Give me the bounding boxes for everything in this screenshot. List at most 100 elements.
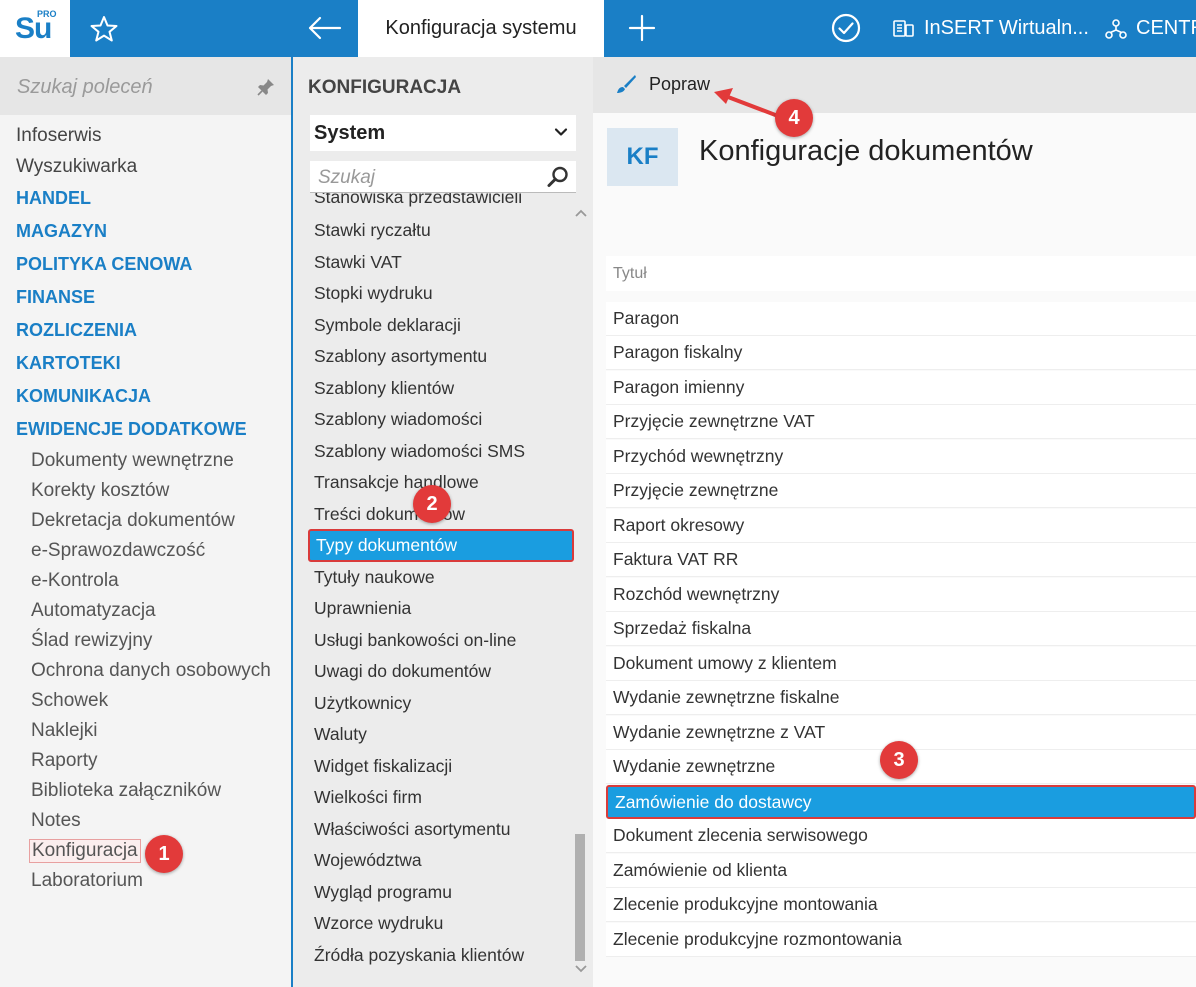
nav-item-infoserwis[interactable]: Infoserwis xyxy=(16,125,102,147)
nav-sub-biblioteka-zalacznikow[interactable]: Biblioteka załączników xyxy=(31,780,221,802)
virtual-office-label: InSERT Wirtualn... xyxy=(924,17,1089,39)
config-item[interactable]: Stopki wydruku xyxy=(314,283,433,304)
config-item[interactable]: Stawki ryczałtu xyxy=(314,220,431,241)
table-row-zamowienie-do-dostawcy[interactable]: Zamówienie do dostawcy xyxy=(606,785,1196,819)
config-item[interactable]: Usługi bankowości on-line xyxy=(314,630,516,651)
back-arrow-icon[interactable] xyxy=(300,8,350,48)
table-row[interactable]: Zlecenie produkcyjne rozmontowania xyxy=(606,923,1196,957)
popraw-button[interactable]: Popraw xyxy=(615,73,710,95)
config-item[interactable]: Użytkownicy xyxy=(314,693,411,714)
nav-item-wyszukiwarka[interactable]: Wyszukiwarka xyxy=(16,156,137,178)
tasks-check-icon[interactable] xyxy=(828,10,864,46)
config-item[interactable]: Wygląd programu xyxy=(314,882,452,903)
config-item-typy-dokumentow[interactable]: Typy dokumentów xyxy=(308,529,574,562)
tab-konfiguracja-systemu[interactable]: Konfiguracja systemu xyxy=(358,0,604,57)
nav-sub-e-sprawozdawczosc[interactable]: e-Sprawozdawczość xyxy=(31,540,205,562)
nav-sub-ochrona-danych[interactable]: Ochrona danych osobowych xyxy=(31,660,271,682)
config-search-input[interactable]: Szukaj xyxy=(310,161,576,193)
nav-category-finanse[interactable]: FINANSE xyxy=(16,287,95,308)
nav-sub-konfiguracja[interactable]: Konfiguracja xyxy=(29,839,141,863)
table-row[interactable]: Paragon imienny xyxy=(606,371,1196,405)
favorites-star-icon[interactable] xyxy=(84,9,124,49)
table-row[interactable]: Wydanie zewnętrzne fiskalne xyxy=(606,681,1196,715)
nav-category-polityka-cenowa[interactable]: POLITYKA CENOWA xyxy=(16,254,192,275)
brush-icon xyxy=(617,75,636,93)
nav-category-rozliczenia[interactable]: ROZLICZENIA xyxy=(16,320,137,341)
config-item[interactable]: Szablony wiadomości SMS xyxy=(314,441,525,462)
table-row[interactable]: Sprzedaż fiskalna xyxy=(606,612,1196,646)
config-item[interactable]: Symbole deklaracji xyxy=(314,315,461,336)
table-row[interactable]: Zamówienie od klienta xyxy=(606,854,1196,888)
table-row[interactable]: Zlecenie produkcyjne montowania xyxy=(606,888,1196,922)
chevron-down-icon xyxy=(554,128,568,136)
nav-sub-korekty-kosztow[interactable]: Korekty kosztów xyxy=(31,480,169,502)
config-scope-value: System xyxy=(314,121,386,144)
config-item[interactable]: Właściwości asortymentu xyxy=(314,819,510,840)
table-row[interactable]: Dokument umowy z klientem xyxy=(606,647,1196,681)
nav-category-ewidencje-dodatkowe[interactable]: EWIDENCJE DODATKOWE xyxy=(16,419,247,440)
config-item[interactable]: Województwa xyxy=(314,850,422,871)
annotation-badge-2: 2 xyxy=(413,485,451,523)
table-row[interactable]: Dokument zlecenia serwisowego xyxy=(606,819,1196,853)
nav-category-handel[interactable]: HANDEL xyxy=(16,188,91,209)
table-row[interactable]: Rozchód wewnętrzny xyxy=(606,578,1196,612)
scroll-down-icon[interactable] xyxy=(574,963,588,975)
config-item[interactable]: Uwagi do dokumentów xyxy=(314,661,491,682)
config-item[interactable]: Szablony klientów xyxy=(314,378,454,399)
central-item[interactable]: CENTR xyxy=(1104,0,1196,57)
config-item[interactable]: Widget fiskalizacji xyxy=(314,756,452,777)
nav-sub-slad-rewizyjny[interactable]: Ślad rewizyjny xyxy=(31,630,152,652)
configuration-list-panel: KONFIGURACJA System Szukaj Stanowiska pr… xyxy=(291,57,593,987)
virtual-office-item[interactable]: InSERT Wirtualn... xyxy=(892,0,1089,57)
config-item[interactable]: Szablony asortymentu xyxy=(314,346,487,367)
config-item[interactable]: Waluty xyxy=(314,724,367,745)
config-item[interactable]: Wzorce wydruku xyxy=(314,913,443,934)
nav-sub-laboratorium[interactable]: Laboratorium xyxy=(31,870,143,892)
config-item[interactable]: Transakcje handlowe xyxy=(314,472,479,493)
document-configurations-panel: Popraw KF Konfiguracje dokumentów Tytuł … xyxy=(593,57,1196,987)
nav-sub-schowek[interactable]: Schowek xyxy=(31,690,108,712)
table-row[interactable]: Przyjęcie zewnętrzne xyxy=(606,474,1196,508)
table-row[interactable]: Raport okresowy xyxy=(606,509,1196,543)
column-header-tytul[interactable]: Tytuł xyxy=(606,256,1196,291)
config-item[interactable]: Stanowiska przedstawicieli xyxy=(314,193,522,208)
network-icon xyxy=(1105,18,1127,39)
config-item[interactable]: Szablony wiadomości xyxy=(314,409,482,430)
config-scope-select[interactable]: System xyxy=(310,115,576,151)
config-item[interactable]: Wielkości firm xyxy=(314,787,422,808)
table-row[interactable]: Przychód wewnętrzny xyxy=(606,440,1196,474)
nav-category-kartoteki[interactable]: KARTOTEKI xyxy=(16,353,121,374)
nav-category-komunikacja[interactable]: KOMUNIKACJA xyxy=(16,386,151,407)
pin-icon[interactable] xyxy=(256,77,276,97)
app-logo[interactable]: Su PRO xyxy=(0,0,70,57)
module-badge: KF xyxy=(607,128,678,186)
action-toolbar: Popraw xyxy=(593,57,1196,113)
table-row[interactable]: Faktura VAT RR xyxy=(606,543,1196,577)
nav-sub-notes[interactable]: Notes xyxy=(31,810,81,832)
page-title: Konfiguracje dokumentów xyxy=(699,135,1033,167)
command-search-box[interactable]: Szukaj poleceń xyxy=(0,57,291,115)
table-row[interactable]: Paragon xyxy=(606,302,1196,336)
popraw-label: Popraw xyxy=(649,73,711,94)
search-icon[interactable] xyxy=(546,165,570,189)
nav-sub-automatyzacja[interactable]: Automatyzacja xyxy=(31,600,156,622)
config-item[interactable]: Uprawnienia xyxy=(314,598,411,619)
config-item[interactable]: Stawki VAT xyxy=(314,252,402,273)
nav-sub-dekretacja-dokumentow[interactable]: Dekretacja dokumentów xyxy=(31,510,235,532)
nav-sub-dokumenty-wewnetrzne[interactable]: Dokumenty wewnętrzne xyxy=(31,450,234,472)
device-icon xyxy=(893,19,914,37)
config-item[interactable]: Źródła pozyskania klientów xyxy=(314,945,524,966)
table-row[interactable]: Paragon fiskalny xyxy=(606,336,1196,370)
nav-sub-raporty[interactable]: Raporty xyxy=(31,750,98,772)
config-panel-title: KONFIGURACJA xyxy=(308,77,462,98)
top-bar: Su PRO Konfiguracja systemu InSERT Wirtu… xyxy=(0,0,1196,57)
table-row[interactable]: Przyjęcie zewnętrzne VAT xyxy=(606,405,1196,439)
scroll-up-icon[interactable] xyxy=(574,207,588,219)
nav-category-magazyn[interactable]: MAGAZYN xyxy=(16,221,107,242)
new-tab-plus-icon[interactable] xyxy=(622,8,662,48)
config-search-placeholder: Szukaj xyxy=(318,167,376,188)
config-item[interactable]: Tytuły naukowe xyxy=(314,567,435,588)
scrollbar-thumb[interactable] xyxy=(575,834,585,961)
nav-sub-naklejki[interactable]: Naklejki xyxy=(31,720,98,742)
nav-sub-e-kontrola[interactable]: e-Kontrola xyxy=(31,570,119,592)
